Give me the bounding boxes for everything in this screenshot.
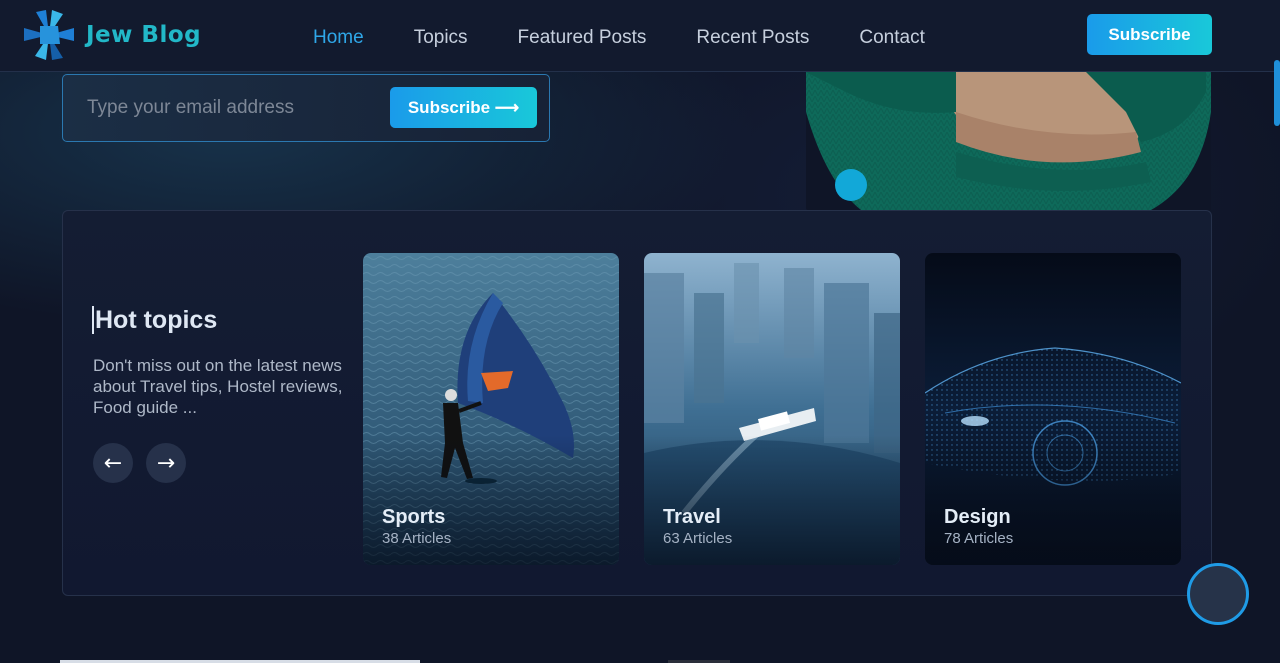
topic-article-count: 63 Articles bbox=[663, 530, 733, 547]
topic-name: Sports bbox=[382, 506, 446, 528]
brand-logo[interactable]: Jew Blog bbox=[20, 8, 201, 62]
topic-card-design[interactable]: Design 78 Articles bbox=[925, 253, 1181, 565]
topic-card-sports[interactable]: Sports 38 Articles bbox=[363, 253, 619, 565]
topic-name: Design bbox=[944, 506, 1011, 528]
nav-featured-posts[interactable]: Featured Posts bbox=[518, 27, 647, 49]
main-nav: Home Topics Featured Posts Recent Posts … bbox=[313, 27, 975, 49]
nav-home[interactable]: Home bbox=[313, 27, 364, 49]
decorative-dot bbox=[835, 169, 867, 201]
back-to-top-button[interactable] bbox=[1187, 563, 1249, 625]
arrow-right-icon[interactable]: → bbox=[146, 443, 186, 483]
topic-article-count: 38 Articles bbox=[382, 530, 452, 547]
nav-recent-posts[interactable]: Recent Posts bbox=[696, 27, 809, 49]
hot-topics-description: Don't miss out on the latest news about … bbox=[93, 356, 343, 417]
hot-topics-title: Hot topics bbox=[92, 306, 217, 334]
nav-topics[interactable]: Topics bbox=[414, 27, 468, 49]
topic-card-travel[interactable]: Travel 63 Articles bbox=[644, 253, 900, 565]
newsletter-form: Subscribe ⟶ bbox=[62, 74, 550, 142]
scrollbar-thumb[interactable] bbox=[1274, 60, 1280, 126]
newsletter-subscribe-button[interactable]: Subscribe ⟶ bbox=[390, 87, 537, 128]
site-header: Jew Blog Home Topics Featured Posts Rece… bbox=[0, 0, 1280, 72]
header-subscribe-button[interactable]: Subscribe bbox=[1087, 14, 1212, 55]
brand-name: Jew Blog bbox=[86, 22, 202, 48]
email-input[interactable] bbox=[87, 93, 377, 123]
crystal-logo-icon bbox=[24, 10, 74, 60]
nav-contact[interactable]: Contact bbox=[859, 27, 924, 49]
arrow-left-icon[interactable]: ← bbox=[93, 443, 133, 483]
hero-image bbox=[806, 72, 1211, 210]
topic-article-count: 78 Articles bbox=[944, 530, 1014, 547]
topic-name: Travel bbox=[663, 506, 721, 528]
